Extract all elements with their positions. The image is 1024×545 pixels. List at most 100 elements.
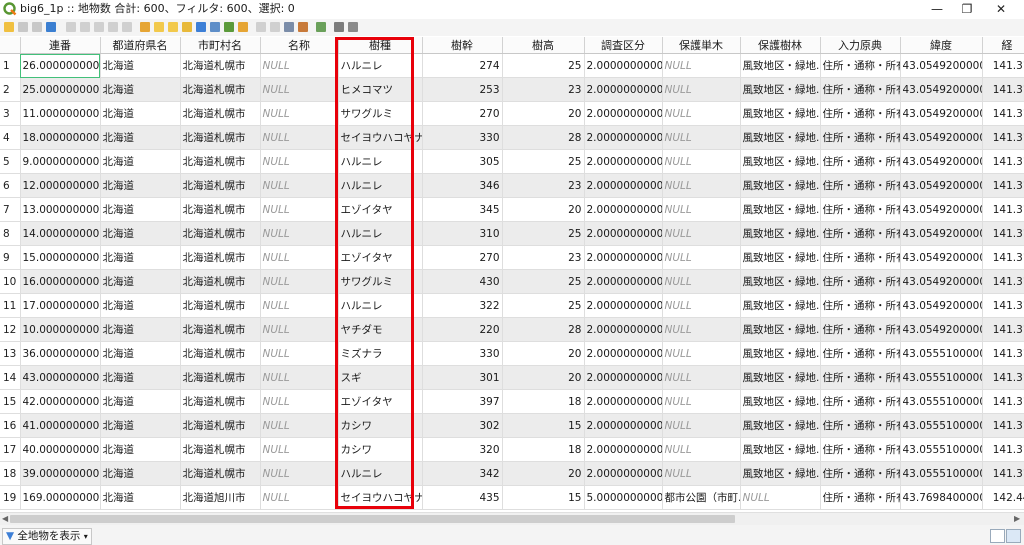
table-cell[interactable]: 141.31 (982, 53, 1024, 78)
table-cell[interactable]: 2.000000000000 (584, 197, 663, 222)
table-cell[interactable]: NULL (662, 245, 741, 270)
col-header[interactable]: 緯度 (900, 37, 983, 54)
table-cell[interactable]: 17.000000000000 (20, 293, 101, 318)
table-cell[interactable]: 2.000000000000 (584, 389, 663, 414)
table-cell[interactable]: 2.000000000000 (584, 53, 663, 78)
table-row[interactable]: 713.000000000000北海道北海道札幌市NULLエゾイタヤ345202… (0, 197, 1024, 222)
pan-to-selected-icon[interactable] (224, 22, 234, 32)
species-cell[interactable]: ハルニレ (338, 461, 423, 486)
table-cell[interactable]: 北海道 (100, 293, 181, 318)
table-cell[interactable]: 43.055510000000 (900, 413, 983, 438)
scroll-left-icon[interactable]: ◀ (2, 514, 8, 523)
col-header[interactable]: 保護樹林 (740, 37, 821, 54)
table-cell[interactable]: 北海道札幌市 (180, 413, 261, 438)
table-cell[interactable]: 11.000000000000 (20, 101, 101, 126)
scroll-right-icon[interactable]: ▶ (1014, 514, 1020, 523)
row-header[interactable]: 14 (0, 365, 21, 390)
invert-selection-icon[interactable] (168, 22, 178, 32)
table-cell[interactable]: NULL (662, 197, 741, 222)
table-cell[interactable]: NULL (662, 173, 741, 198)
table-row[interactable]: 1839.000000000000北海道北海道札幌市NULLハルニレ342202… (0, 461, 1024, 486)
table-cell[interactable]: 住所・通称・所有... (820, 341, 901, 366)
table-cell[interactable]: 28 (502, 125, 585, 150)
table-cell[interactable]: 18 (502, 389, 585, 414)
table-cell[interactable]: 2.000000000000 (584, 149, 663, 174)
table-cell[interactable]: 430 (422, 269, 503, 294)
species-cell[interactable]: ハルニレ (338, 293, 423, 318)
table-cell[interactable]: 43.054920000000 (900, 125, 983, 150)
table-cell[interactable]: 41.000000000000 (20, 413, 101, 438)
table-row[interactable]: 1740.000000000000北海道北海道札幌市NULLカシワ320182.… (0, 437, 1024, 462)
table-cell[interactable]: 26.000000000000 (20, 53, 101, 78)
species-cell[interactable]: サワグルミ (338, 101, 423, 126)
corner-header[interactable] (0, 37, 21, 54)
table-cell[interactable]: 北海道 (100, 269, 181, 294)
table-cell[interactable]: NULL (260, 149, 339, 174)
table-cell[interactable]: 28 (502, 317, 585, 342)
table-cell[interactable]: NULL (740, 485, 821, 510)
table-cell[interactable]: 141.31 (982, 173, 1024, 198)
row-header[interactable]: 5 (0, 149, 21, 174)
species-cell[interactable]: カシワ (338, 413, 423, 438)
table-cell[interactable]: NULL (662, 341, 741, 366)
table-cell[interactable]: 北海道札幌市 (180, 173, 261, 198)
table-cell[interactable]: 風致地区・緑地... (740, 53, 821, 78)
table-cell[interactable]: 住所・通称・所有... (820, 149, 901, 174)
table-cell[interactable]: 301 (422, 365, 503, 390)
table-cell[interactable]: 北海道 (100, 77, 181, 102)
table-cell[interactable]: 北海道 (100, 101, 181, 126)
table-row[interactable]: 1443.000000000000北海道北海道札幌市NULLスギ301202.0… (0, 365, 1024, 390)
table-cell[interactable]: 142.44 (982, 485, 1024, 510)
close-button[interactable]: ✕ (978, 0, 1024, 19)
table-cell[interactable]: NULL (662, 317, 741, 342)
show-features-filter-button[interactable]: ▼ 全地物を表示 ▾ (2, 528, 92, 545)
col-header[interactable]: 調査区分 (584, 37, 663, 54)
species-cell[interactable]: スギ (338, 365, 423, 390)
table-cell[interactable]: 住所・通称・所有... (820, 485, 901, 510)
reload-icon[interactable] (46, 22, 56, 32)
table-cell[interactable]: 23 (502, 77, 585, 102)
row-header[interactable]: 8 (0, 221, 21, 246)
actions-icon[interactable] (316, 22, 326, 32)
table-cell[interactable]: 風致地区・緑地... (740, 197, 821, 222)
table-cell[interactable]: 39.000000000000 (20, 461, 101, 486)
table-cell[interactable]: 43.055510000000 (900, 461, 983, 486)
table-cell[interactable]: 43.054920000000 (900, 101, 983, 126)
table-cell[interactable]: NULL (662, 389, 741, 414)
table-cell[interactable]: 305 (422, 149, 503, 174)
table-cell[interactable]: 330 (422, 341, 503, 366)
row-header[interactable]: 2 (0, 77, 21, 102)
table-cell[interactable]: NULL (260, 341, 339, 366)
horizontal-scrollbar[interactable]: ◀ ▶ (0, 512, 1024, 525)
table-cell[interactable]: 25.000000000000 (20, 77, 101, 102)
table-cell[interactable]: 住所・通称・所有... (820, 437, 901, 462)
col-header[interactable]: 都道府県名 (100, 37, 181, 54)
table-row[interactable]: 1542.000000000000北海道北海道札幌市NULLエゾイタヤ39718… (0, 389, 1024, 414)
row-header[interactable]: 7 (0, 197, 21, 222)
toggle-multi-edit-icon[interactable] (18, 22, 28, 32)
table-cell[interactable]: 43.055510000000 (900, 389, 983, 414)
table-cell[interactable]: NULL (662, 269, 741, 294)
table-cell[interactable]: 北海道札幌市 (180, 365, 261, 390)
col-header[interactable]: 樹高 (502, 37, 585, 54)
table-cell[interactable]: 141.31 (982, 269, 1024, 294)
table-cell[interactable]: 北海道 (100, 365, 181, 390)
table-cell[interactable]: 43.055510000000 (900, 365, 983, 390)
table-cell[interactable]: 北海道 (100, 197, 181, 222)
table-cell[interactable]: NULL (260, 125, 339, 150)
table-cell[interactable]: 14.000000000000 (20, 221, 101, 246)
table-cell[interactable]: 住所・通称・所有... (820, 389, 901, 414)
row-header[interactable]: 12 (0, 317, 21, 342)
table-cell[interactable]: 風致地区・緑地... (740, 77, 821, 102)
toggle-edit-icon[interactable] (4, 22, 14, 32)
table-cell[interactable]: 13.000000000000 (20, 197, 101, 222)
species-cell[interactable]: ハルニレ (338, 221, 423, 246)
zoom-to-selected-icon[interactable] (238, 22, 248, 32)
table-cell[interactable]: 42.000000000000 (20, 389, 101, 414)
table-cell[interactable]: NULL (662, 221, 741, 246)
cut-icon[interactable] (94, 22, 104, 32)
col-header[interactable]: 名称 (260, 37, 339, 54)
table-row[interactable]: 19169.000000000000北海道北海道旭川市NULLセイヨウハコヤナギ… (0, 485, 1024, 510)
table-cell[interactable]: 330 (422, 125, 503, 150)
settings-icon[interactable] (348, 22, 358, 32)
